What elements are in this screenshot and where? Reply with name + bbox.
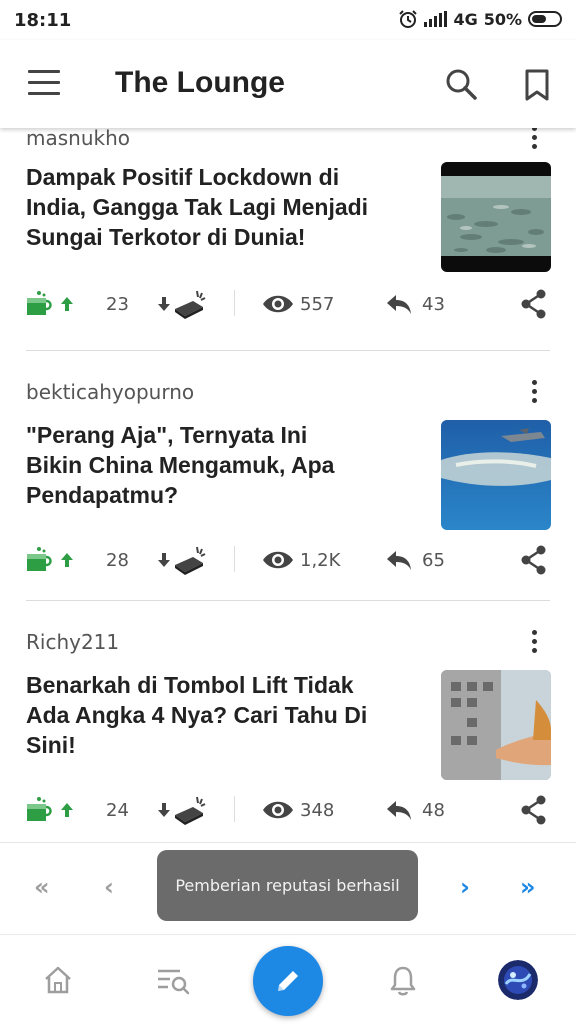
signal-icon xyxy=(424,11,448,27)
more-options-icon[interactable] xyxy=(524,128,544,152)
bookmark-icon[interactable] xyxy=(522,68,552,102)
cendol-upvote-button[interactable] xyxy=(24,790,76,830)
thread-thumbnail[interactable] xyxy=(441,420,551,530)
cendol-upvote-button[interactable] xyxy=(24,540,76,580)
home-icon[interactable] xyxy=(42,965,74,995)
share-icon[interactable] xyxy=(520,284,548,324)
share-icon[interactable] xyxy=(520,540,548,580)
brick-icon xyxy=(175,290,206,319)
upvote-count: 28 xyxy=(106,549,129,571)
thread-actions: 24 348 48 xyxy=(0,790,576,830)
app-bar: The Lounge xyxy=(0,40,576,128)
thread-title[interactable]: Dampak Positif Lockdown di India, Gangga… xyxy=(26,162,416,252)
bell-icon[interactable] xyxy=(388,965,418,997)
cendol-icon xyxy=(27,547,52,571)
arrow-down-icon xyxy=(158,803,170,817)
divider xyxy=(234,290,235,316)
thread-list[interactable]: masnukho Dampak Positif Lockdown di Indi… xyxy=(0,128,576,842)
battery-percent: 50% xyxy=(483,9,522,29)
share-icon[interactable] xyxy=(520,790,548,830)
arrow-down-icon xyxy=(158,553,170,567)
search-list-icon[interactable] xyxy=(156,967,190,995)
thread-title[interactable]: Benarkah di Tombol Lift Tidak Ada Angka … xyxy=(26,670,416,760)
author-name[interactable]: Richy211 xyxy=(26,630,119,654)
arrow-up-icon xyxy=(61,297,73,311)
reply-count: 43 xyxy=(422,293,445,315)
bata-downvote-button[interactable] xyxy=(155,284,207,324)
battery-icon xyxy=(528,11,562,27)
next-page-button[interactable]: › xyxy=(460,873,470,901)
eye-icon xyxy=(263,295,293,313)
eye-icon xyxy=(263,801,293,819)
toast-message: Pemberian reputasi berhasil xyxy=(157,850,418,921)
thread-thumbnail[interactable] xyxy=(441,162,551,272)
cendol-icon xyxy=(27,797,52,821)
thread-title[interactable]: "Perang Aja", Ternyata Ini Bikin China M… xyxy=(26,420,416,510)
thread-thumbnail[interactable] xyxy=(441,670,551,780)
avatar[interactable] xyxy=(498,960,538,1000)
thread-actions: 28 1,2K 65 xyxy=(0,540,576,580)
upvote-count: 24 xyxy=(106,799,129,821)
bata-downvote-button[interactable] xyxy=(155,540,207,580)
bata-downvote-button[interactable] xyxy=(155,790,207,830)
view-count: 1,2K xyxy=(300,549,341,571)
reply-icon xyxy=(387,551,411,570)
author-name[interactable]: masnukho xyxy=(26,128,130,150)
status-time: 18:11 xyxy=(14,10,72,31)
prev-page-button[interactable]: ‹ xyxy=(104,873,114,901)
thread-card[interactable]: Richy211 Benarkah di Tombol Lift Tidak A… xyxy=(0,620,576,842)
view-count: 557 xyxy=(300,293,335,315)
status-bar: 18:11 4G 50% xyxy=(0,0,576,40)
card-divider xyxy=(26,350,550,351)
views-stat: 1,2K xyxy=(262,540,340,580)
reply-count: 65 xyxy=(422,549,445,571)
reply-count: 48 xyxy=(422,799,445,821)
card-divider xyxy=(26,600,550,601)
create-thread-button[interactable] xyxy=(253,946,323,1016)
search-icon[interactable] xyxy=(444,67,478,101)
arrow-down-icon xyxy=(158,297,170,311)
alarm-icon xyxy=(399,10,418,28)
reply-button[interactable]: 48 xyxy=(386,790,445,830)
status-icons: 4G 50% xyxy=(398,9,562,29)
thread-card[interactable]: masnukho Dampak Positif Lockdown di Indi… xyxy=(0,128,576,370)
views-stat: 348 xyxy=(262,790,334,830)
page-title: The Lounge xyxy=(115,66,285,99)
arrow-up-icon xyxy=(61,803,73,817)
divider xyxy=(234,796,235,822)
pencil-icon xyxy=(278,971,298,991)
first-page-button[interactable]: « xyxy=(34,873,50,901)
cendol-icon xyxy=(27,291,52,315)
more-options-icon[interactable] xyxy=(524,380,544,406)
reply-button[interactable]: 43 xyxy=(386,284,445,324)
last-page-button[interactable]: » xyxy=(520,873,536,901)
brick-icon xyxy=(175,796,206,825)
reply-icon xyxy=(387,801,411,820)
reply-icon xyxy=(387,295,411,314)
author-name[interactable]: bekticahyopurno xyxy=(26,380,194,404)
menu-icon[interactable] xyxy=(28,70,60,96)
view-count: 348 xyxy=(300,799,335,821)
views-stat: 557 xyxy=(262,284,334,324)
reply-button[interactable]: 65 xyxy=(386,540,445,580)
network-type: 4G xyxy=(453,9,478,29)
thread-actions: 23 557 43 xyxy=(0,284,576,324)
brick-icon xyxy=(175,546,206,575)
cendol-upvote-button[interactable] xyxy=(24,284,76,324)
more-options-icon[interactable] xyxy=(524,630,544,656)
divider xyxy=(234,546,235,572)
thread-card[interactable]: bekticahyopurno "Perang Aja", Ternyata I… xyxy=(0,370,576,620)
arrow-up-icon xyxy=(61,553,73,567)
eye-icon xyxy=(263,551,293,569)
upvote-count: 23 xyxy=(106,293,129,315)
